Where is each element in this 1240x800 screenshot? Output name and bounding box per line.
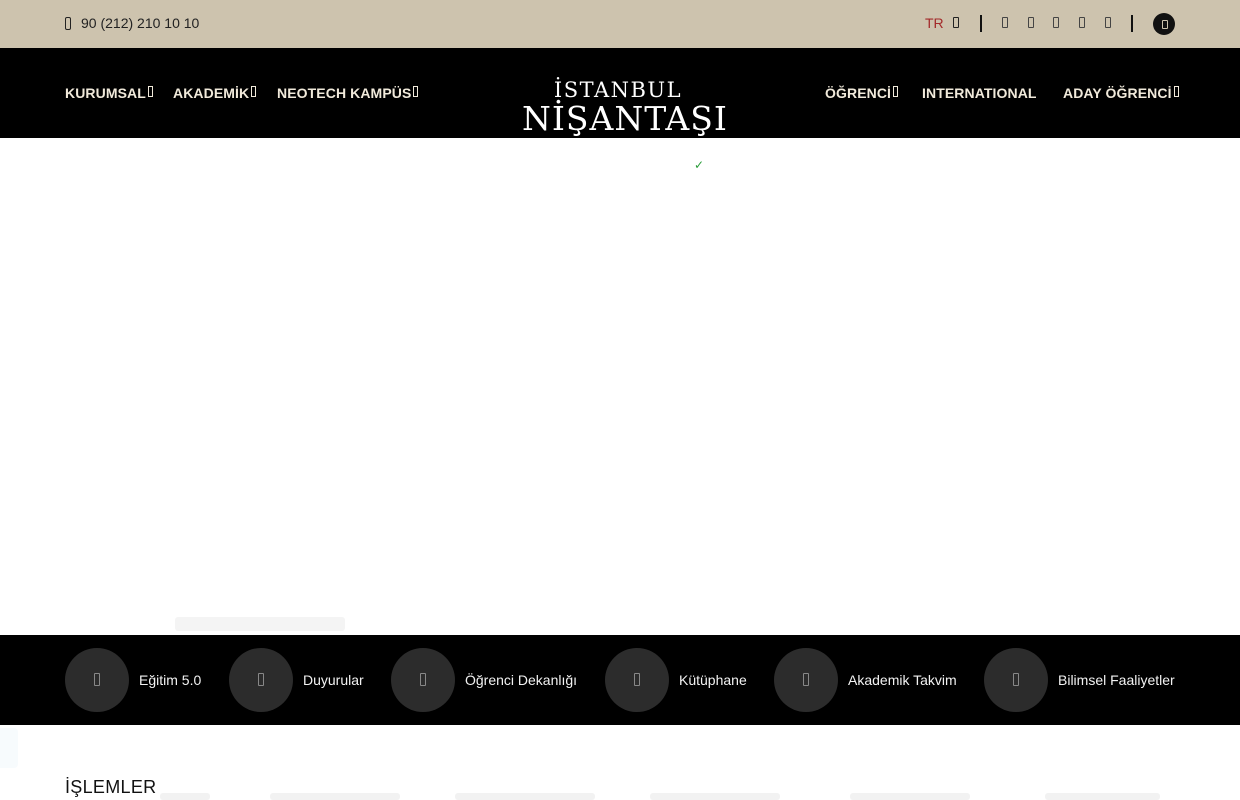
quick-link-akademik-takvim[interactable]: Akademik Takvim xyxy=(774,648,957,712)
loading-icon: ✓ xyxy=(694,158,705,172)
divider xyxy=(980,15,982,32)
placeholder-strip xyxy=(850,793,970,800)
announcement-icon xyxy=(229,648,293,712)
twitter-icon[interactable] xyxy=(1028,17,1034,28)
site-logo[interactable]: İSTANBUL NİŞANTAŞI xyxy=(522,78,728,138)
science-icon xyxy=(984,648,1048,712)
instagram-icon[interactable] xyxy=(1053,17,1059,28)
nav-item-ogrenci[interactable]: ÖĞRENCİ xyxy=(825,85,899,101)
phone-link[interactable]: 90 (212) 210 10 10 xyxy=(65,15,199,31)
chevron-down-icon xyxy=(251,86,257,97)
divider xyxy=(1131,15,1133,32)
nav-item-aday-ogrenci[interactable]: ADAY ÖĞRENCİ xyxy=(1063,85,1179,101)
placeholder-strip xyxy=(1045,793,1160,800)
quick-link-duyurular[interactable]: Duyurular xyxy=(229,648,364,712)
facebook-icon[interactable] xyxy=(1002,17,1008,28)
calendar-icon xyxy=(774,648,838,712)
chevron-down-icon xyxy=(413,86,419,97)
placeholder-strip xyxy=(270,793,400,800)
library-icon xyxy=(605,648,669,712)
linkedin-icon[interactable] xyxy=(1079,17,1085,28)
side-widget-tab[interactable] xyxy=(0,728,18,768)
chevron-down-icon xyxy=(147,86,153,97)
placeholder-strip xyxy=(160,793,210,800)
phone-number: 90 (212) 210 10 10 xyxy=(81,15,200,31)
chevron-down-icon[interactable] xyxy=(953,17,959,28)
chevron-down-icon xyxy=(1173,86,1179,97)
chevron-down-icon xyxy=(893,86,899,97)
section-title: İŞLEMLER xyxy=(65,777,157,797)
quick-links-bar: Eğitim 5.0 Duyurular Öğrenci Dekanlığı K… xyxy=(0,635,1240,725)
slider-caption-placeholder xyxy=(175,617,345,631)
quick-link-bilimsel-faaliyetler[interactable]: Bilimsel Faaliyetler xyxy=(984,648,1175,712)
quick-link-ogrenci-dekanligi[interactable]: Öğrenci Dekanlığı xyxy=(391,648,577,712)
quick-link-egitim[interactable]: Eğitim 5.0 xyxy=(65,648,201,712)
quick-link-kutuphane[interactable]: Kütüphane xyxy=(605,648,747,712)
nav-item-neotech-kampus[interactable]: NEOTECH KAMPÜS xyxy=(277,85,419,101)
placeholder-strip xyxy=(650,793,780,800)
nav-item-kurumsal[interactable]: KURUMSAL xyxy=(65,85,153,101)
education-icon xyxy=(65,648,129,712)
youtube-icon[interactable] xyxy=(1105,17,1111,28)
logo-line2: NİŞANTAŞI xyxy=(522,99,728,138)
top-bar: 90 (212) 210 10 10 TR xyxy=(0,0,1240,48)
placeholder-strip xyxy=(455,793,595,800)
language-selector[interactable]: TR xyxy=(925,15,944,31)
nav-item-akademik[interactable]: AKADEMİK xyxy=(173,85,257,101)
nav-item-international[interactable]: INTERNATIONAL xyxy=(922,85,1037,101)
student-dean-icon xyxy=(391,648,455,712)
hero-slider xyxy=(0,138,1240,635)
search-button[interactable] xyxy=(1153,13,1175,35)
phone-icon xyxy=(65,16,71,30)
